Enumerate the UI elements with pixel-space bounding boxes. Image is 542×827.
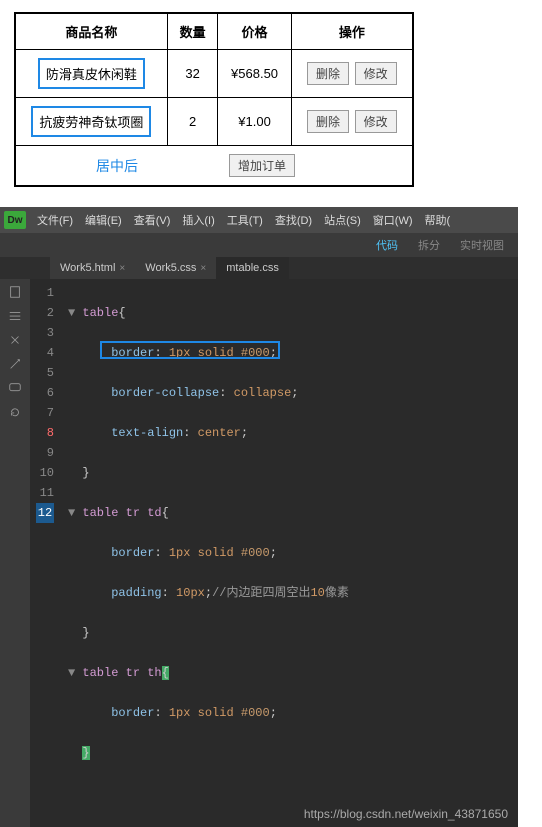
footer-row: 居中后 增加订单 (15, 146, 413, 187)
col-action: 操作 (291, 13, 413, 50)
col-name: 商品名称 (15, 13, 167, 50)
close-icon[interactable]: × (119, 263, 125, 274)
menu-file[interactable]: 文件(F) (32, 212, 78, 228)
menu-help[interactable]: 帮助( (420, 212, 456, 228)
wand-icon[interactable] (8, 357, 22, 371)
edit-button[interactable]: 修改 (355, 110, 397, 133)
watermark: https://blog.csdn.net/weixin_43871650 (304, 807, 508, 821)
product-name: 抗疲劳神奇钛项圈 (31, 106, 151, 137)
delete-button[interactable]: 删除 (307, 110, 349, 133)
tool-gutter (0, 279, 30, 827)
add-order-button[interactable]: 增加订单 (229, 154, 295, 177)
file-icon[interactable] (8, 285, 22, 299)
edit-button[interactable]: 修改 (355, 62, 397, 85)
menu-window[interactable]: 窗口(W) (368, 212, 418, 228)
menu-insert[interactable]: 插入(I) (177, 212, 219, 228)
view-code[interactable]: 代码 (376, 237, 398, 253)
highlight-box (100, 341, 280, 359)
collapse-icon[interactable] (8, 333, 22, 347)
menu-view[interactable]: 查看(V) (129, 212, 176, 228)
product-qty: 32 (167, 50, 218, 98)
tab-work5-css[interactable]: Work5.css× (135, 257, 216, 279)
product-name: 防滑真皮休闲鞋 (38, 58, 145, 89)
product-price: ¥568.50 (218, 50, 291, 98)
view-bar: 代码 拆分 实时视图 (0, 233, 518, 257)
cart-table: 商品名称 数量 价格 操作 防滑真皮休闲鞋 32 ¥568.50 删除 修改 抗… (14, 12, 414, 187)
table-row: 防滑真皮休闲鞋 32 ¥568.50 删除 修改 (15, 50, 413, 98)
table-row: 抗疲劳神奇钛项圈 2 ¥1.00 删除 修改 (15, 98, 413, 146)
line-numbers: 1 2 3 4 5 6 7 8 9 10 11 12 (30, 279, 60, 827)
dw-logo: Dw (4, 211, 26, 229)
tabbar: Work5.html× Work5.css× mtable.css (0, 257, 518, 279)
code-editor[interactable]: ▼ table{ border: 1px solid #000; border-… (60, 279, 518, 827)
menu-edit[interactable]: 编辑(E) (80, 212, 127, 228)
col-qty: 数量 (167, 13, 218, 50)
product-price: ¥1.00 (218, 98, 291, 146)
tab-work5-html[interactable]: Work5.html× (50, 257, 135, 279)
menubar: Dw 文件(F) 编辑(E) 查看(V) 插入(I) 工具(T) 查找(D) 站… (0, 207, 518, 233)
delete-button[interactable]: 删除 (307, 62, 349, 85)
view-split[interactable]: 拆分 (418, 237, 440, 253)
view-live[interactable]: 实时视图 (460, 237, 504, 253)
comment-icon[interactable] (8, 381, 22, 395)
menu-site[interactable]: 站点(S) (319, 212, 366, 228)
refresh-icon[interactable] (8, 405, 22, 419)
tab-mtable-css[interactable]: mtable.css (216, 257, 289, 279)
close-icon[interactable]: × (200, 263, 206, 274)
col-price: 价格 (218, 13, 291, 50)
menu-tools[interactable]: 工具(T) (222, 212, 268, 228)
product-qty: 2 (167, 98, 218, 146)
menu-find[interactable]: 查找(D) (270, 212, 317, 228)
center-label: 居中后 (88, 150, 146, 182)
dreamweaver-ide: Dw 文件(F) 编辑(E) 查看(V) 插入(I) 工具(T) 查找(D) 站… (0, 207, 518, 827)
settings-icon[interactable] (8, 309, 22, 323)
header-row: 商品名称 数量 价格 操作 (15, 13, 413, 50)
